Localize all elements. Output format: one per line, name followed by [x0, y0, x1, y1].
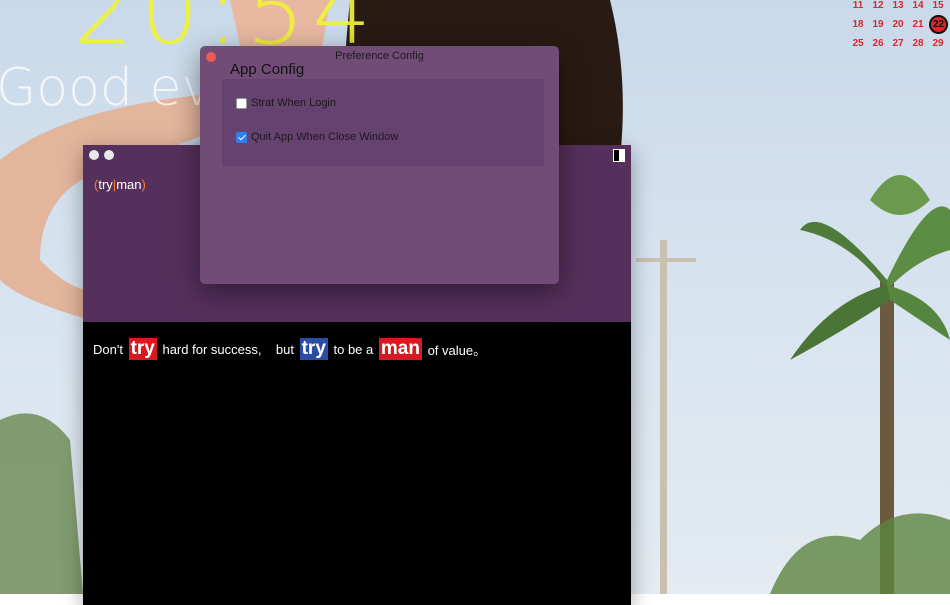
calendar-widget: 11 12 13 14 15 18 19 20 21 22 25 26 27 2… [848, 0, 948, 53]
calendar-day: 14 [912, 0, 924, 11]
calendar-today: 22 [929, 15, 948, 34]
option-label: Quit App When Close Window [251, 131, 399, 143]
calendar-day: 29 [932, 38, 944, 49]
calendar-day: 21 [912, 19, 924, 30]
app-config-heading: App Config [230, 61, 305, 78]
option-label: Strat When Login [251, 97, 336, 109]
calendar-day: 13 [892, 0, 904, 11]
calendar-day: 11 [852, 0, 864, 11]
option-start-when-login[interactable]: Strat When Login [236, 97, 336, 109]
highlight-try-blue: try [299, 338, 328, 360]
quote-panel: Don't try hard for success, but try to b… [83, 322, 631, 605]
calendar-day: 25 [852, 38, 864, 49]
quote-text: of value。 [423, 342, 487, 358]
highlight-man-red: man [378, 338, 422, 360]
calendar-day: 27 [892, 38, 904, 49]
brand-word-man: man [116, 177, 142, 192]
quit-on-close-checkbox[interactable] [236, 131, 247, 143]
brand-paren-close: ) [141, 177, 146, 192]
calendar-day: 26 [872, 38, 884, 49]
options-group: Strat When Login Quit App When Close Win… [222, 79, 544, 166]
minimize-window-button[interactable] [104, 150, 114, 160]
preference-config-window: Preference Config App Config Strat When … [200, 46, 559, 284]
calendar-week-row: 25 26 27 28 29 [848, 34, 948, 53]
highlight-try-red: try [128, 338, 157, 360]
option-quit-on-close[interactable]: Quit App When Close Window [236, 131, 398, 143]
calendar-day: 20 [892, 19, 904, 30]
sidebar-toggle-icon[interactable] [613, 149, 625, 162]
calendar-week-row: 11 12 13 14 15 [848, 0, 948, 15]
calendar-day: 18 [852, 19, 864, 30]
motto-quote: Don't try hard for success, but try to b… [93, 338, 486, 360]
calendar-day: 19 [872, 19, 884, 30]
calendar-day: 15 [932, 0, 944, 11]
calendar-week-row: 18 19 20 21 22 [848, 15, 948, 34]
close-window-button[interactable] [89, 150, 99, 160]
window-controls [89, 150, 114, 160]
brand-word-try: try [98, 177, 113, 192]
quote-text: Don't [93, 341, 127, 357]
start-login-checkbox[interactable] [236, 97, 247, 109]
calendar-day: 12 [872, 0, 884, 11]
quote-text: to be a [329, 341, 377, 357]
calendar-day: 28 [912, 38, 924, 49]
app-brand-logo: (try|man) [94, 177, 146, 192]
quote-text: hard for success, but [158, 341, 298, 357]
